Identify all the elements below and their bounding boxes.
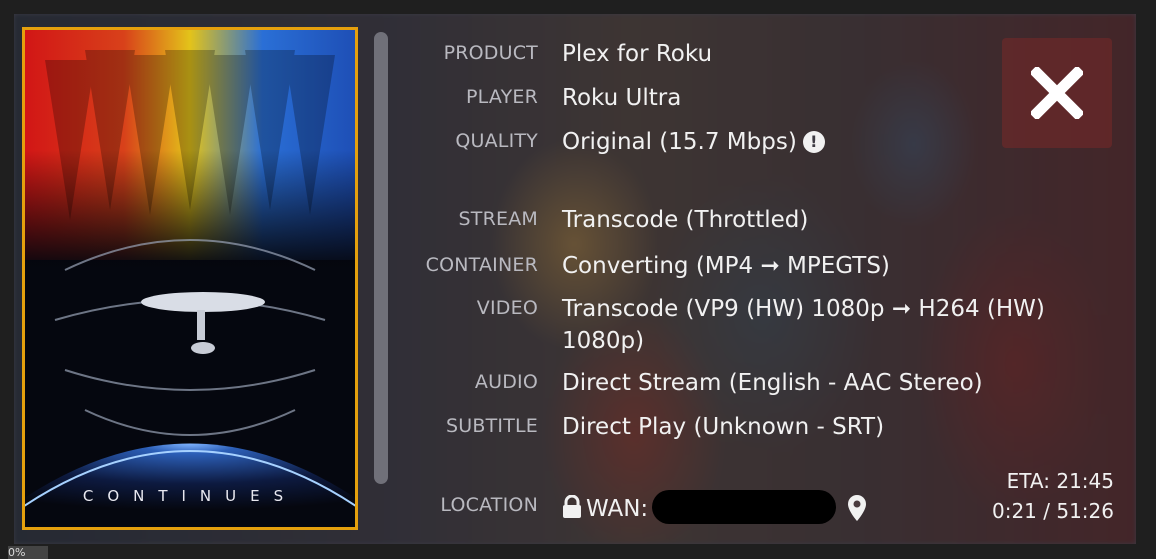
close-button[interactable] <box>1002 38 1112 148</box>
stream-info-card: CONTINUES PRODUCT Plex for Roku PLAYER R… <box>14 14 1136 544</box>
video-label: VIDEO <box>476 297 538 319</box>
eta-text: ETA: 21:45 <box>1006 469 1114 493</box>
progress-text: 0:21 / 51:26 <box>991 499 1114 523</box>
close-icon <box>1031 67 1083 119</box>
audio-label: AUDIO <box>474 371 538 393</box>
quality-value: Original (15.7 Mbps) <box>562 129 797 155</box>
exclamation-circle-icon[interactable]: ! <box>802 131 825 153</box>
quality-label: QUALITY <box>455 130 538 152</box>
stream-value: Transcode (Throttled) <box>562 207 809 233</box>
audio-value: Direct Stream (English - AAC Stereo) <box>562 370 983 396</box>
player-label: PLAYER <box>465 86 538 108</box>
progress-percent: 0% <box>8 546 48 559</box>
redacted-address <box>652 490 837 524</box>
location-label: LOCATION <box>440 494 538 516</box>
eta-block: ETA: 21:45 0:21 / 51:26 <box>992 466 1114 526</box>
map-pin-icon[interactable] <box>847 495 867 521</box>
video-value: Transcode (VP9 (HW) 1080p ➞ H264 (HW) 10… <box>562 296 1045 354</box>
location-value: WAN: <box>586 496 649 522</box>
lock-icon <box>563 494 581 518</box>
scrollbar[interactable] <box>374 32 388 484</box>
subtitle-label: SUBTITLE <box>445 415 538 437</box>
subtitle-value: Direct Play (Unknown - SRT) <box>562 414 885 440</box>
stream-label: STREAM <box>458 208 538 230</box>
container-label: CONTAINER <box>425 254 538 276</box>
poster-image[interactable]: CONTINUES <box>22 27 358 530</box>
product-label: PRODUCT <box>443 42 538 64</box>
poster-caption: CONTINUES <box>82 487 298 505</box>
container-value: Converting (MP4 ➞ MPEGTS) <box>562 253 890 279</box>
